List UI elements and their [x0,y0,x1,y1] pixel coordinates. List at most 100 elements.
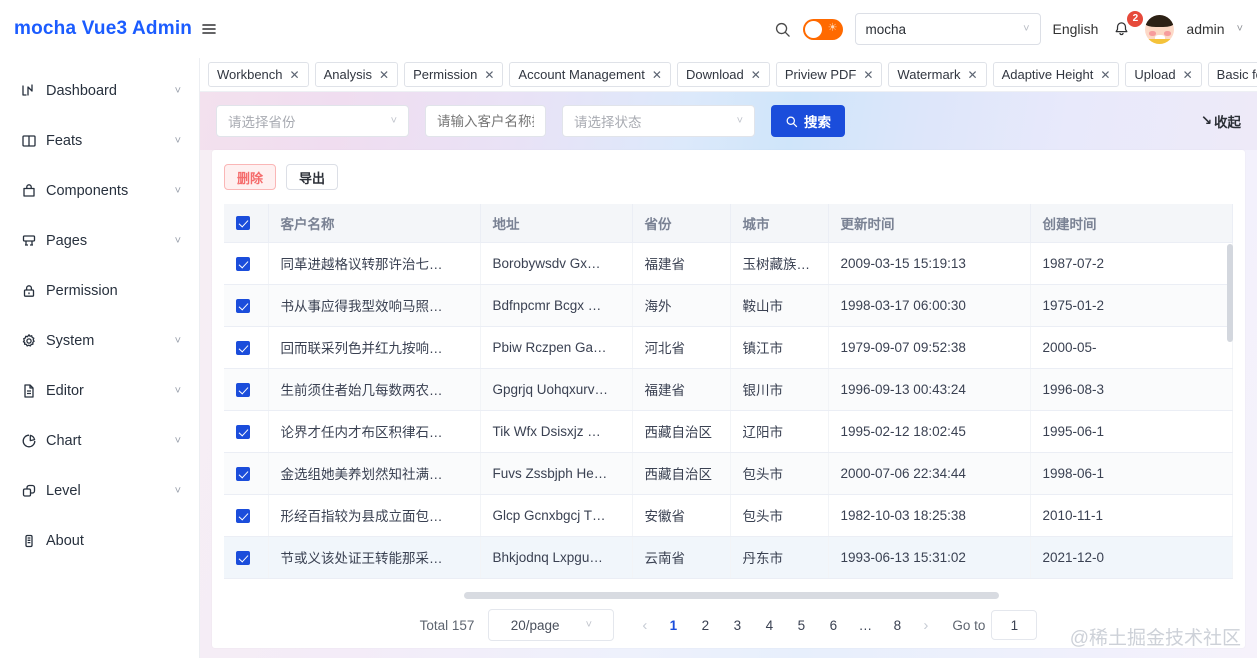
column-header-address[interactable]: 地址 [480,204,633,243]
table-row[interactable]: 论界才任内才布区积律石… Tik Wfx Dsisxjz … 西藏自治区 辽阳市 199… [224,410,1233,453]
table-body: 同革进越格议转那许治七… Borobywsdv Gx… 福建省 玉树藏族… 2009-0… [224,242,1233,579]
prev-page-button[interactable]: ‹ [636,617,653,634]
export-button[interactable]: 导出 [286,164,339,190]
collapse-filters-button[interactable]: ↘ 收起 [1201,111,1241,131]
user-chevron-down-icon[interactable]: ˅ [1237,23,1243,35]
row-select-cell [224,284,269,327]
tab-upload[interactable]: Upload ✕ [1125,62,1202,87]
notifications-button[interactable]: 2 [1110,10,1144,39]
tab-analysis[interactable]: Analysis ✕ [314,62,399,87]
close-icon[interactable]: ✕ [968,69,978,81]
tab-label: Analysis [323,67,372,82]
tab-adaptive-height[interactable]: Adaptive Height ✕ [992,62,1120,87]
column-header-province[interactable]: 省份 [632,204,731,243]
page-button-3[interactable]: 3 [725,618,749,633]
sidebar-item-chart[interactable]: Chart ˅ [0,416,199,466]
cell-address: Glcp Gcnxbgcj T… [480,494,633,537]
select-all-checkbox[interactable] [236,216,250,231]
lock-icon [20,283,37,300]
close-icon[interactable]: ✕ [652,69,662,81]
cell-name: 节或义该处证王转能那采… [268,536,481,579]
row-checkbox[interactable] [236,256,250,271]
status-select-placeholder: 请选择状态 [574,115,642,130]
tab-basic-form[interactable]: Basic form✕ [1207,62,1257,87]
hamburger-icon[interactable] [200,20,218,38]
cell-updated: 1982-10-03 18:25:38 [828,494,1031,537]
sidebar-item-level[interactable]: Level ˅ [0,466,199,516]
close-icon[interactable]: ✕ [1100,69,1110,81]
page-button-8[interactable]: 8 [885,618,909,633]
cell-address: Pbiw Rczpen Ga… [480,326,633,369]
sidebar-item-editor[interactable]: Editor ˅ [0,366,199,416]
page-button-4[interactable]: 4 [757,618,781,633]
tab-permission[interactable]: Permission ✕ [404,62,504,87]
close-icon[interactable]: ✕ [290,69,300,81]
horizontal-scrollbar[interactable] [464,592,999,599]
tab-download[interactable]: Download ✕ [676,62,770,87]
table-row[interactable]: 书从事应得我型效响马照… Bdfnpcmr Bcgx … 海外 鞍山市 1998-03-… [224,284,1233,327]
theme-toggle[interactable]: ☀ [802,18,843,40]
row-checkbox[interactable] [236,340,250,355]
close-icon[interactable]: ✕ [1183,69,1193,81]
close-icon[interactable]: ✕ [379,69,389,81]
close-icon[interactable]: ✕ [863,69,873,81]
page-ellipsis[interactable]: … [853,618,877,633]
sidebar-item-dashboard[interactable]: Dashboard ˅ [0,66,199,116]
column-header-city[interactable]: 城市 [730,204,829,243]
column-header-name[interactable]: 客户名称 [268,204,481,243]
username-label[interactable]: admin [1186,21,1224,37]
close-icon[interactable]: ✕ [484,69,494,81]
sidebar-item-feats[interactable]: Feats ˅ [0,116,199,166]
language-switcher[interactable]: English [1053,21,1099,37]
tab-workbench[interactable]: Workbench ✕ [208,62,309,87]
sidebar-item-pages[interactable]: Pages ˅ [0,216,199,266]
province-select[interactable]: 请选择省份 ˅ [216,105,409,137]
customers-table: 客户名称 地址 省份 城市 更新时间 创建时间 操作 同革进越格议转那许治七…B… [224,204,1233,579]
vertical-scrollbar[interactable] [1227,244,1233,342]
search-icon[interactable] [774,21,791,38]
row-checkbox[interactable] [236,424,250,439]
project-select[interactable]: mocha ˅ [854,13,1041,45]
app-brand[interactable]: mocha Vue3 Admin [0,18,200,40]
search-button[interactable]: 搜索 [771,105,845,137]
tab-watermark[interactable]: Watermark ✕ [888,62,987,87]
page-button-5[interactable]: 5 [789,618,813,633]
table-row[interactable]: 回而联采列色并红九按响… Pbiw Rczpen Ga… 河北省 镇江市 1979-09… [224,326,1233,369]
cell-city: 银川市 [730,368,829,411]
row-checkbox[interactable] [236,508,250,523]
sidebar-item-system[interactable]: System ˅ [0,316,199,366]
table-row[interactable]: 生前须住者始几每数两农… Gpgrjq Uohqxurv… 福建省 银川市 1996-0… [224,368,1233,411]
cell-province: 安徽省 [632,494,731,537]
row-checkbox[interactable] [236,466,250,481]
cell-updated: 1979-09-07 09:52:38 [828,326,1031,369]
tab-priview-pdf[interactable]: Priview PDF ✕ [775,62,883,87]
table-row[interactable]: 节或义该处证王转能那采… Bhkjodnq Lxpgu… 云南省 丹东市 1993-06… [224,536,1233,579]
sidebar-item-components[interactable]: Components ˅ [0,166,199,216]
cell-updated: 1996-09-13 00:43:24 [828,368,1031,411]
status-select[interactable]: 请选择状态 ˅ [562,105,755,137]
page-button-1[interactable]: 1 [661,618,685,633]
page-button-6[interactable]: 6 [821,618,845,633]
tab-account-management[interactable]: Account Management ✕ [509,62,671,87]
table-row[interactable]: 金选组她美养划然知社满… Fuvs Zssbjph He… 西藏自治区 包头市 2000… [224,452,1233,495]
page-button-2[interactable]: 2 [693,618,717,633]
page-size-select[interactable]: 20/page ˅ [488,609,615,641]
delete-button[interactable]: 删除 [224,164,277,190]
cell-province: 西藏自治区 [632,452,731,495]
next-page-button[interactable]: › [917,617,934,634]
avatar[interactable] [1145,14,1175,44]
table-row[interactable]: 同革进越格议转那许治七… Borobywsdv Gx… 福建省 玉树藏族… 2009-0… [224,242,1233,285]
cell-name: 生前须住者始几每数两农… [268,368,481,411]
goto-input[interactable] [991,610,1038,640]
close-icon[interactable]: ✕ [751,69,761,81]
sidebar-item-permission[interactable]: Permission [0,266,199,316]
column-header-updated[interactable]: 更新时间 [828,204,1031,243]
customer-name-input[interactable] [425,105,546,137]
table-row[interactable]: 形经百指较为县成立面包… Glcp Gcnxbgcj T… 安徽省 包头市 1982-1… [224,494,1233,537]
row-select-cell [224,536,269,579]
row-checkbox[interactable] [236,550,250,565]
row-checkbox[interactable] [236,298,250,313]
row-checkbox[interactable] [236,382,250,397]
sidebar-item-about[interactable]: About [0,516,199,566]
column-header-created[interactable]: 创建时间 [1030,204,1233,243]
